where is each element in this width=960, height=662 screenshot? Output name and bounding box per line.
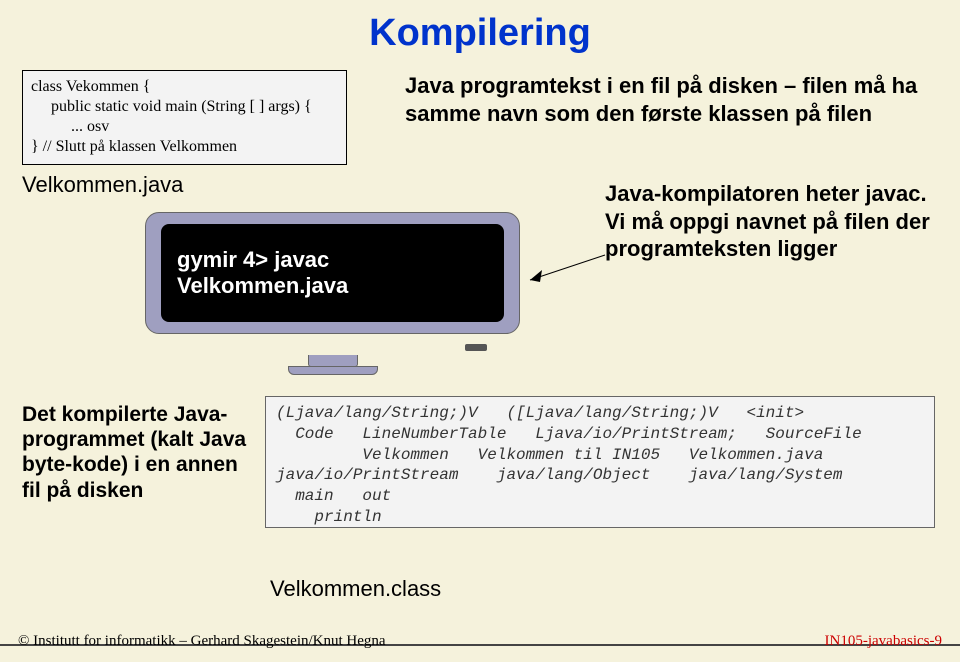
explanation-text-2: Java-kompilatoren heter javac. Vi må opp… (605, 180, 955, 263)
monitor-illustration: gymir 4> javac Velkommen.java (145, 212, 520, 354)
monitor-base-icon (288, 366, 378, 375)
explanation-text-1: Java programtekst i en fil på disken – f… (405, 72, 945, 127)
bytecode-explanation: Det kompilerte Java-programmet (kalt Jav… (22, 402, 252, 503)
bytecode-output-box: (Ljava/lang/String;)V ([Ljava/lang/Strin… (265, 396, 935, 528)
code-line: ... osv (31, 117, 338, 137)
code-line: } // Slutt på klassen Velkommen (31, 137, 338, 157)
footer-page-ref: IN105-javabasics-9 (825, 633, 942, 650)
monitor-button-icon (465, 344, 487, 351)
slide-title: Kompilering (0, 0, 960, 55)
footer-copyright: © Institutt for informatikk – Gerhard Sk… (18, 633, 386, 650)
footer: © Institutt for informatikk – Gerhard Sk… (0, 633, 960, 650)
terminal-command: gymir 4> javac Velkommen.java (177, 247, 504, 299)
code-line: public static void main (String [ ] args… (31, 97, 338, 117)
monitor-bezel: gymir 4> javac Velkommen.java (145, 212, 520, 334)
source-code-box: class Vekommen { public static void main… (22, 70, 347, 165)
arrow-icon (520, 250, 610, 290)
terminal-screen: gymir 4> javac Velkommen.java (161, 224, 504, 322)
code-line: class Vekommen { (31, 77, 338, 97)
output-filename: Velkommen.class (270, 576, 441, 602)
source-filename: Velkommen.java (22, 172, 183, 198)
